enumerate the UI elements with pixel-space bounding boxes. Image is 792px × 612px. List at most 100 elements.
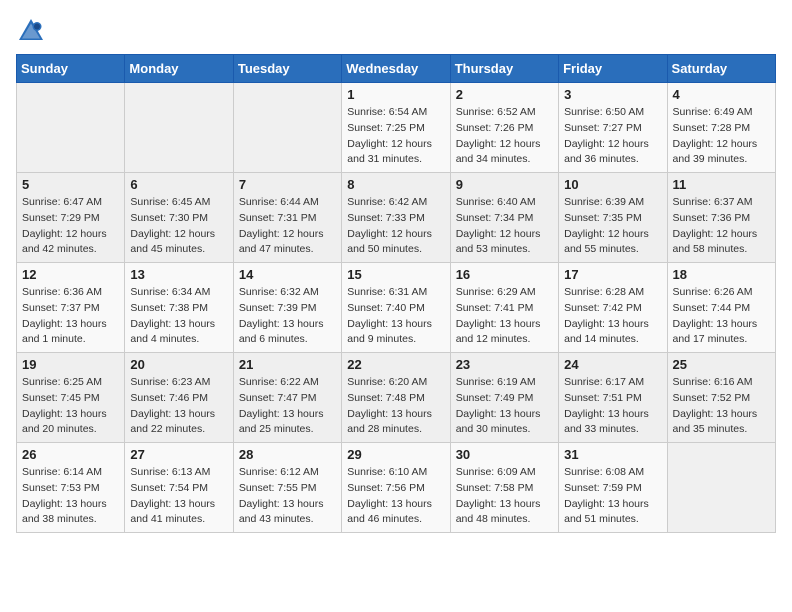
day-info: Sunrise: 6:34 AM Sunset: 7:38 PM Dayligh… [130, 285, 227, 348]
day-number: 16 [456, 267, 553, 282]
calendar-cell: 26 Sunrise: 6:14 AM Sunset: 7:53 PM Dayli… [17, 443, 125, 533]
calendar-cell: 21 Sunrise: 6:22 AM Sunset: 7:47 PM Dayli… [233, 353, 341, 443]
day-info: Sunrise: 6:37 AM Sunset: 7:36 PM Dayligh… [673, 195, 770, 258]
day-info: Sunrise: 6:22 AM Sunset: 7:47 PM Dayligh… [239, 375, 336, 438]
calendar-cell: 17Sunrise: 6:28 AM Sunset: 7:42 PM Dayli… [559, 263, 667, 353]
day-number: 7 [239, 177, 336, 192]
header-day-friday: Friday [559, 55, 667, 83]
day-number: 1 [347, 87, 444, 102]
day-info: Sunrise: 6:52 AM Sunset: 7:26 PM Dayligh… [456, 105, 553, 168]
calendar-week-4: 19 Sunrise: 6:25 AM Sunset: 7:45 PM Dayli… [17, 353, 776, 443]
calendar-cell: 3Sunrise: 6:50 AM Sunset: 7:27 PM Daylig… [559, 83, 667, 173]
calendar-week-1: 1Sunrise: 6:54 AM Sunset: 7:25 PM Daylig… [17, 83, 776, 173]
calendar-cell [233, 83, 341, 173]
header-day-saturday: Saturday [667, 55, 775, 83]
header-day-wednesday: Wednesday [342, 55, 450, 83]
calendar-cell: 24 Sunrise: 6:17 AM Sunset: 7:51 PM Dayli… [559, 353, 667, 443]
day-number: 14 [239, 267, 336, 282]
day-info: Sunrise: 6:08 AM Sunset: 7:59 PM Dayligh… [564, 465, 661, 528]
day-info: Sunrise: 6:39 AM Sunset: 7:35 PM Dayligh… [564, 195, 661, 258]
day-number: 4 [673, 87, 770, 102]
day-number: 19 [22, 357, 119, 372]
calendar-cell [17, 83, 125, 173]
calendar-cell: 10 Sunrise: 6:39 AM Sunset: 7:35 PM Dayli… [559, 173, 667, 263]
calendar-cell: 6Sunrise: 6:45 AM Sunset: 7:30 PM Daylig… [125, 173, 233, 263]
day-info: Sunrise: 6:40 AM Sunset: 7:34 PM Dayligh… [456, 195, 553, 258]
page-header [16, 16, 776, 46]
day-info: Sunrise: 6:44 AM Sunset: 7:31 PM Dayligh… [239, 195, 336, 258]
calendar-cell: 31Sunrise: 6:08 AM Sunset: 7:59 PM Dayli… [559, 443, 667, 533]
calendar-cell: 22 Sunrise: 6:20 AM Sunset: 7:48 PM Dayli… [342, 353, 450, 443]
day-info: Sunrise: 6:42 AM Sunset: 7:33 PM Dayligh… [347, 195, 444, 258]
day-info: Sunrise: 6:49 AM Sunset: 7:28 PM Dayligh… [673, 105, 770, 168]
calendar-week-2: 5 Sunrise: 6:47 AM Sunset: 7:29 PM Daylig… [17, 173, 776, 263]
calendar-cell: 30 Sunrise: 6:09 AM Sunset: 7:58 PM Dayli… [450, 443, 558, 533]
day-info: Sunrise: 6:20 AM Sunset: 7:48 PM Dayligh… [347, 375, 444, 438]
logo-icon [16, 16, 46, 46]
calendar-cell: 25Sunrise: 6:16 AM Sunset: 7:52 PM Dayli… [667, 353, 775, 443]
calendar-week-5: 26 Sunrise: 6:14 AM Sunset: 7:53 PM Dayli… [17, 443, 776, 533]
calendar-cell: 16 Sunrise: 6:29 AM Sunset: 7:41 PM Dayli… [450, 263, 558, 353]
calendar-body: 1Sunrise: 6:54 AM Sunset: 7:25 PM Daylig… [17, 83, 776, 533]
day-info: Sunrise: 6:17 AM Sunset: 7:51 PM Dayligh… [564, 375, 661, 438]
calendar-cell: 7 Sunrise: 6:44 AM Sunset: 7:31 PM Daylig… [233, 173, 341, 263]
logo [16, 16, 50, 46]
day-info: Sunrise: 6:31 AM Sunset: 7:40 PM Dayligh… [347, 285, 444, 348]
day-number: 13 [130, 267, 227, 282]
calendar-cell: 8 Sunrise: 6:42 AM Sunset: 7:33 PM Daylig… [342, 173, 450, 263]
day-info: Sunrise: 6:09 AM Sunset: 7:58 PM Dayligh… [456, 465, 553, 528]
day-info: Sunrise: 6:36 AM Sunset: 7:37 PM Dayligh… [22, 285, 119, 348]
day-info: Sunrise: 6:45 AM Sunset: 7:30 PM Dayligh… [130, 195, 227, 258]
day-number: 9 [456, 177, 553, 192]
day-number: 5 [22, 177, 119, 192]
calendar-cell: 12 Sunrise: 6:36 AM Sunset: 7:37 PM Dayli… [17, 263, 125, 353]
day-number: 23 [456, 357, 553, 372]
day-info: Sunrise: 6:14 AM Sunset: 7:53 PM Dayligh… [22, 465, 119, 528]
calendar-cell: 20 Sunrise: 6:23 AM Sunset: 7:46 PM Dayli… [125, 353, 233, 443]
day-info: Sunrise: 6:23 AM Sunset: 7:46 PM Dayligh… [130, 375, 227, 438]
day-number: 25 [673, 357, 770, 372]
header-day-thursday: Thursday [450, 55, 558, 83]
day-info: Sunrise: 6:12 AM Sunset: 7:55 PM Dayligh… [239, 465, 336, 528]
day-info: Sunrise: 6:19 AM Sunset: 7:49 PM Dayligh… [456, 375, 553, 438]
calendar-cell: 2 Sunrise: 6:52 AM Sunset: 7:26 PM Daylig… [450, 83, 558, 173]
day-info: Sunrise: 6:25 AM Sunset: 7:45 PM Dayligh… [22, 375, 119, 438]
calendar-cell: 28Sunrise: 6:12 AM Sunset: 7:55 PM Dayli… [233, 443, 341, 533]
calendar-cell: 1Sunrise: 6:54 AM Sunset: 7:25 PM Daylig… [342, 83, 450, 173]
day-info: Sunrise: 6:13 AM Sunset: 7:54 PM Dayligh… [130, 465, 227, 528]
calendar-cell: 4 Sunrise: 6:49 AM Sunset: 7:28 PM Daylig… [667, 83, 775, 173]
day-number: 24 [564, 357, 661, 372]
calendar-cell: 14 Sunrise: 6:32 AM Sunset: 7:39 PM Dayli… [233, 263, 341, 353]
calendar-cell: 29Sunrise: 6:10 AM Sunset: 7:56 PM Dayli… [342, 443, 450, 533]
day-number: 15 [347, 267, 444, 282]
day-number: 30 [456, 447, 553, 462]
day-info: Sunrise: 6:47 AM Sunset: 7:29 PM Dayligh… [22, 195, 119, 258]
day-info: Sunrise: 6:10 AM Sunset: 7:56 PM Dayligh… [347, 465, 444, 528]
day-number: 8 [347, 177, 444, 192]
calendar-cell: 19 Sunrise: 6:25 AM Sunset: 7:45 PM Dayli… [17, 353, 125, 443]
calendar-cell: 15 Sunrise: 6:31 AM Sunset: 7:40 PM Dayli… [342, 263, 450, 353]
calendar-cell: 18Sunrise: 6:26 AM Sunset: 7:44 PM Dayli… [667, 263, 775, 353]
day-number: 21 [239, 357, 336, 372]
day-number: 17 [564, 267, 661, 282]
calendar-cell: 5 Sunrise: 6:47 AM Sunset: 7:29 PM Daylig… [17, 173, 125, 263]
calendar-cell: 23 Sunrise: 6:19 AM Sunset: 7:49 PM Dayli… [450, 353, 558, 443]
day-number: 2 [456, 87, 553, 102]
day-number: 22 [347, 357, 444, 372]
day-info: Sunrise: 6:32 AM Sunset: 7:39 PM Dayligh… [239, 285, 336, 348]
header-day-tuesday: Tuesday [233, 55, 341, 83]
day-number: 11 [673, 177, 770, 192]
calendar-header: SundayMondayTuesdayWednesdayThursdayFrid… [17, 55, 776, 83]
day-number: 20 [130, 357, 227, 372]
day-number: 26 [22, 447, 119, 462]
day-number: 10 [564, 177, 661, 192]
day-info: Sunrise: 6:29 AM Sunset: 7:41 PM Dayligh… [456, 285, 553, 348]
calendar-week-3: 12 Sunrise: 6:36 AM Sunset: 7:37 PM Dayli… [17, 263, 776, 353]
day-number: 18 [673, 267, 770, 282]
day-number: 12 [22, 267, 119, 282]
calendar-cell [667, 443, 775, 533]
day-number: 3 [564, 87, 661, 102]
header-day-monday: Monday [125, 55, 233, 83]
calendar-cell: 11 Sunrise: 6:37 AM Sunset: 7:36 PM Dayli… [667, 173, 775, 263]
calendar-cell: 13 Sunrise: 6:34 AM Sunset: 7:38 PM Dayli… [125, 263, 233, 353]
